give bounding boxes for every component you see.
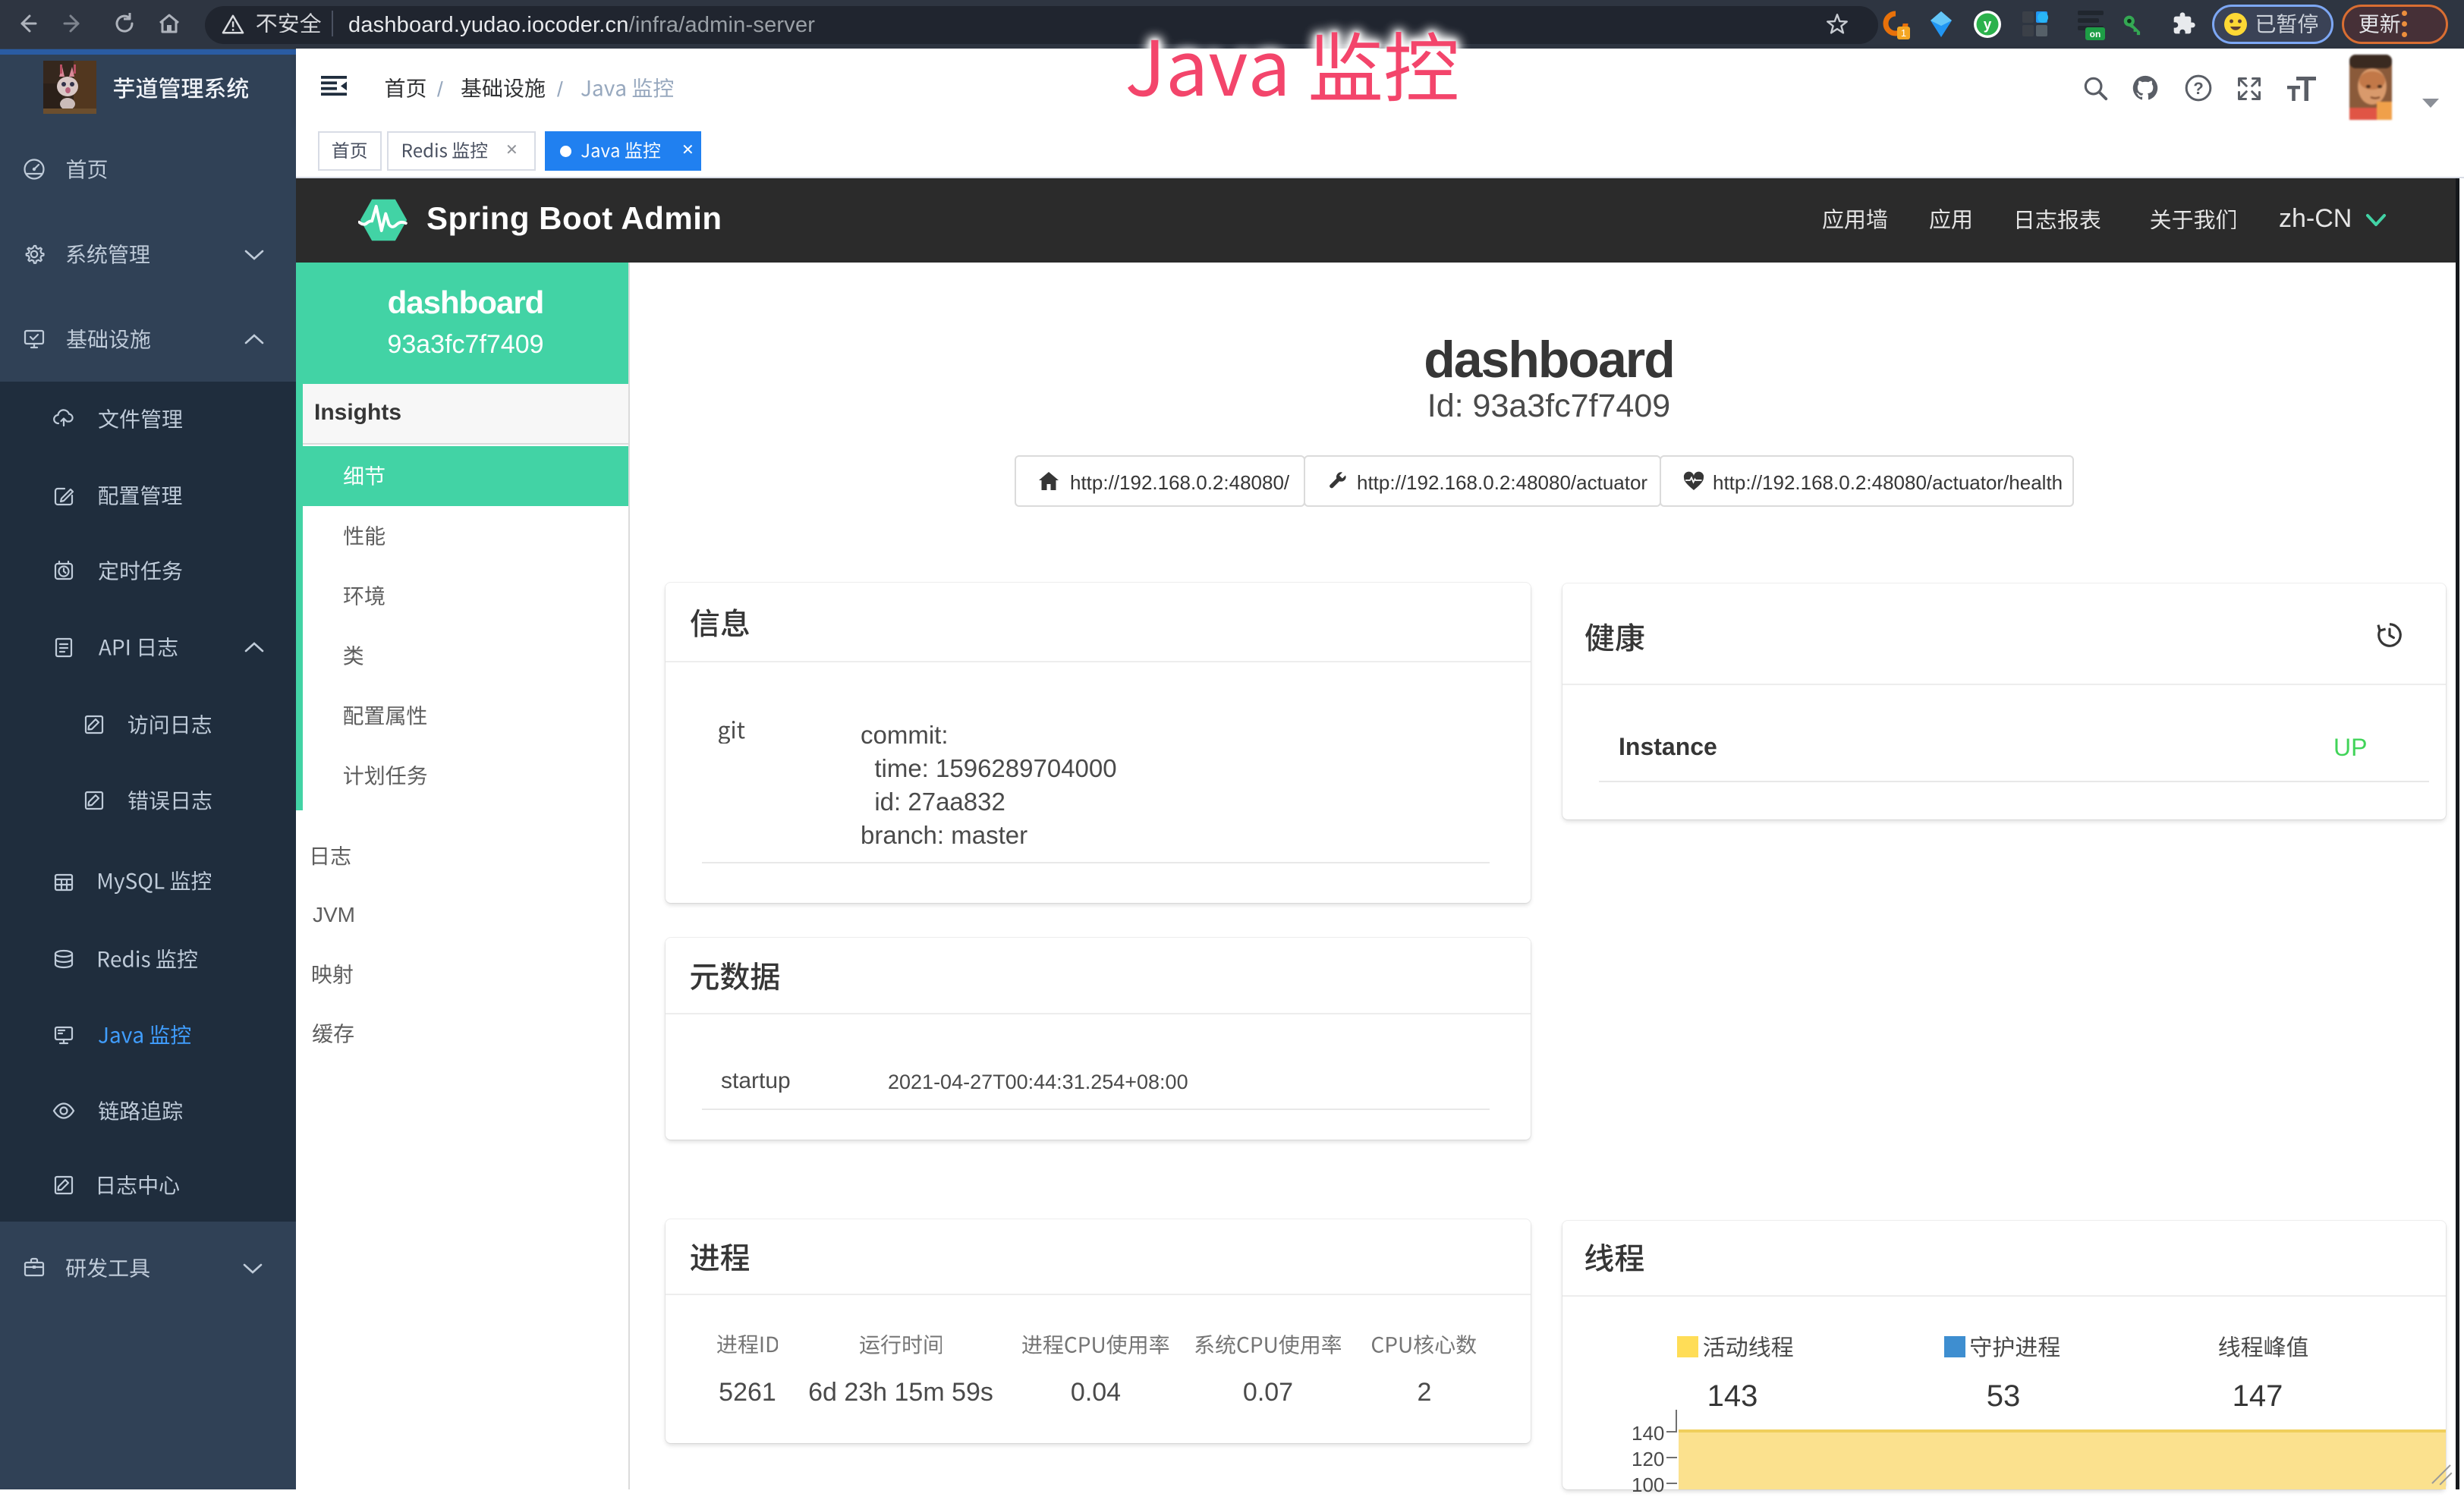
svg-text:on: on bbox=[2090, 29, 2101, 39]
svg-text:y: y bbox=[1984, 17, 1992, 33]
svg-text:?: ? bbox=[2193, 79, 2204, 98]
svg-text:1: 1 bbox=[1901, 27, 1906, 39]
